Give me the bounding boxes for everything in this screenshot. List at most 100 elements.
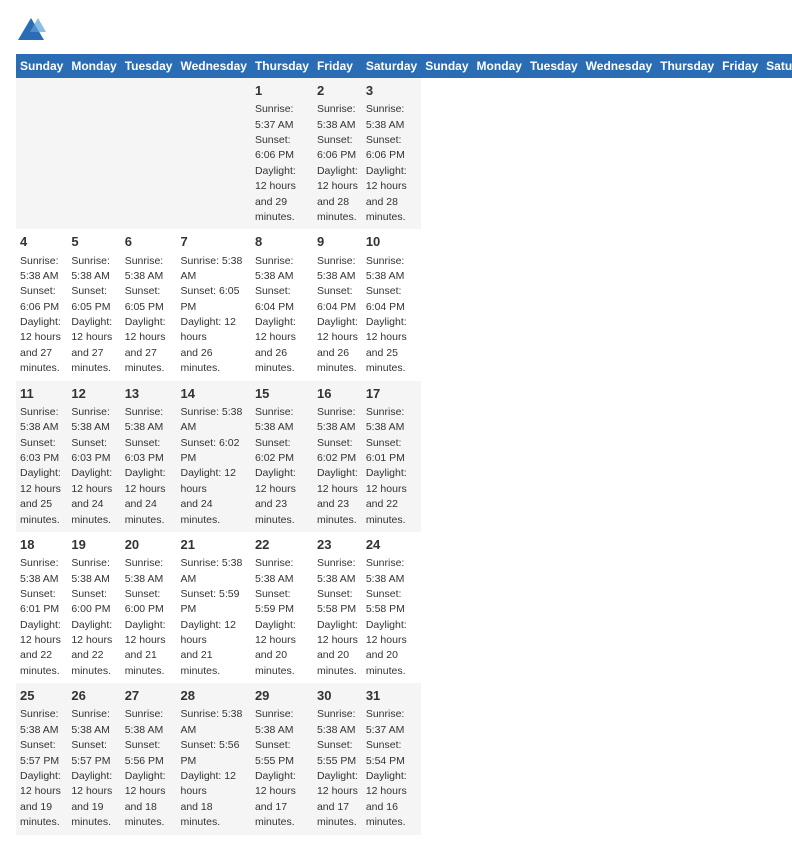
calendar-table: SundayMondayTuesdayWednesdayThursdayFrid… xyxy=(16,54,792,835)
calendar-cell: 28 Sunrise: 5:38 AM Sunset: 5:56 PM Dayli… xyxy=(176,683,250,834)
calendar-cell xyxy=(16,78,67,229)
calendar-cell xyxy=(121,78,177,229)
day-number: 1 xyxy=(255,82,309,100)
day-info: Sunrise: 5:38 AM Sunset: 5:59 PM Dayligh… xyxy=(180,557,242,677)
day-number: 13 xyxy=(125,385,173,403)
day-number: 30 xyxy=(317,687,358,705)
calendar-cell: 13 Sunrise: 5:38 AM Sunset: 6:03 PM Dayli… xyxy=(121,381,177,532)
day-info: Sunrise: 5:38 AM Sunset: 5:56 PM Dayligh… xyxy=(125,708,166,828)
day-info: Sunrise: 5:38 AM Sunset: 5:59 PM Dayligh… xyxy=(255,557,296,677)
day-number: 28 xyxy=(180,687,246,705)
calendar-cell: 1 Sunrise: 5:37 AM Sunset: 6:06 PM Daylig… xyxy=(251,78,313,229)
calendar-cell: 15 Sunrise: 5:38 AM Sunset: 6:02 PM Dayli… xyxy=(251,381,313,532)
calendar-cell: 23 Sunrise: 5:38 AM Sunset: 5:58 PM Dayli… xyxy=(313,532,362,683)
header-monday: Monday xyxy=(67,54,120,78)
logo xyxy=(16,16,50,46)
calendar-cell: 19 Sunrise: 5:38 AM Sunset: 6:00 PM Dayli… xyxy=(67,532,120,683)
header-saturday: Saturday xyxy=(362,54,421,78)
calendar-cell: 24 Sunrise: 5:38 AM Sunset: 5:58 PM Dayli… xyxy=(362,532,421,683)
day-number: 4 xyxy=(20,233,63,251)
day-info: Sunrise: 5:38 AM Sunset: 6:05 PM Dayligh… xyxy=(180,255,242,375)
calendar-cell: 6Sunrise: 5:38 AM Sunset: 6:05 PM Daylig… xyxy=(121,229,177,380)
day-number: 10 xyxy=(366,233,417,251)
logo-icon xyxy=(16,16,46,46)
day-number: 19 xyxy=(71,536,116,554)
day-number: 25 xyxy=(20,687,63,705)
day-number: 21 xyxy=(180,536,246,554)
week-row-4: 18 Sunrise: 5:38 AM Sunset: 6:01 PM Dayli… xyxy=(16,532,792,683)
header-friday: Friday xyxy=(313,54,362,78)
calendar-cell: 12 Sunrise: 5:38 AM Sunset: 6:03 PM Dayli… xyxy=(67,381,120,532)
header-sunday: Sunday xyxy=(16,54,67,78)
day-number: 12 xyxy=(71,385,116,403)
calendar-cell: 20 Sunrise: 5:38 AM Sunset: 6:00 PM Dayli… xyxy=(121,532,177,683)
day-info: Sunrise: 5:38 AM Sunset: 6:00 PM Dayligh… xyxy=(71,557,112,677)
day-number: 20 xyxy=(125,536,173,554)
week-row-3: 11 Sunrise: 5:38 AM Sunset: 6:03 PM Dayli… xyxy=(16,381,792,532)
calendar-cell: 5 Sunrise: 5:38 AM Sunset: 6:05 PM Daylig… xyxy=(67,229,120,380)
day-number: 18 xyxy=(20,536,63,554)
day-number: 15 xyxy=(255,385,309,403)
week-row-5: 25 Sunrise: 5:38 AM Sunset: 5:57 PM Dayli… xyxy=(16,683,792,834)
weekday-header-wednesday: Wednesday xyxy=(582,54,656,78)
day-info: Sunrise: 5:37 AM Sunset: 6:06 PM Dayligh… xyxy=(255,103,296,223)
day-info: Sunrise: 5:38 AM Sunset: 6:03 PM Dayligh… xyxy=(125,406,166,526)
day-info: Sunrise: 5:38 AM Sunset: 5:57 PM Dayligh… xyxy=(71,708,112,828)
calendar-cell: 26 Sunrise: 5:38 AM Sunset: 5:57 PM Dayli… xyxy=(67,683,120,834)
day-info: Sunrise: 5:38 AM Sunset: 6:03 PM Dayligh… xyxy=(20,406,61,526)
day-info: Sunrise: 5:38 AM Sunset: 6:03 PM Dayligh… xyxy=(71,406,112,526)
day-number: 31 xyxy=(366,687,417,705)
day-info: Sunrise: 5:38 AM Sunset: 5:56 PM Dayligh… xyxy=(180,708,242,828)
weekday-header-thursday: Thursday xyxy=(656,54,718,78)
calendar-cell xyxy=(176,78,250,229)
weekday-header-monday: Monday xyxy=(473,54,526,78)
calendar-cell: 31 Sunrise: 5:37 AM Sunset: 5:54 PM Dayli… xyxy=(362,683,421,834)
day-number: 26 xyxy=(71,687,116,705)
weekday-header-tuesday: Tuesday xyxy=(526,54,582,78)
day-info: Sunrise: 5:38 AM Sunset: 6:06 PM Dayligh… xyxy=(366,103,407,223)
day-info: Sunrise: 5:38 AM Sunset: 6:04 PM Dayligh… xyxy=(255,255,296,375)
header-wednesday: Wednesday xyxy=(176,54,250,78)
calendar-cell: 18 Sunrise: 5:38 AM Sunset: 6:01 PM Dayli… xyxy=(16,532,67,683)
day-info: Sunrise: 5:38 AM Sunset: 6:01 PM Dayligh… xyxy=(20,557,61,677)
day-number: 3 xyxy=(366,82,417,100)
week-row-1: 1 Sunrise: 5:37 AM Sunset: 6:06 PM Daylig… xyxy=(16,78,792,229)
day-info: Sunrise: 5:38 AM Sunset: 6:02 PM Dayligh… xyxy=(317,406,358,526)
calendar-cell: 17 Sunrise: 5:38 AM Sunset: 6:01 PM Dayli… xyxy=(362,381,421,532)
calendar-cell: 30Sunrise: 5:38 AM Sunset: 5:55 PM Dayli… xyxy=(313,683,362,834)
day-number: 5 xyxy=(71,233,116,251)
calendar-cell xyxy=(67,78,120,229)
day-info: Sunrise: 5:38 AM Sunset: 6:04 PM Dayligh… xyxy=(317,255,358,375)
calendar-cell: 4 Sunrise: 5:38 AM Sunset: 6:06 PM Daylig… xyxy=(16,229,67,380)
day-number: 23 xyxy=(317,536,358,554)
day-number: 8 xyxy=(255,233,309,251)
day-info: Sunrise: 5:37 AM Sunset: 5:54 PM Dayligh… xyxy=(366,708,407,828)
day-info: Sunrise: 5:38 AM Sunset: 6:01 PM Dayligh… xyxy=(366,406,407,526)
weekday-header-friday: Friday xyxy=(718,54,762,78)
day-number: 22 xyxy=(255,536,309,554)
day-info: Sunrise: 5:38 AM Sunset: 6:02 PM Dayligh… xyxy=(255,406,296,526)
calendar-cell: 14Sunrise: 5:38 AM Sunset: 6:02 PM Dayli… xyxy=(176,381,250,532)
week-row-2: 4 Sunrise: 5:38 AM Sunset: 6:06 PM Daylig… xyxy=(16,229,792,380)
day-info: Sunrise: 5:38 AM Sunset: 5:58 PM Dayligh… xyxy=(366,557,407,677)
calendar-cell: 10 Sunrise: 5:38 AM Sunset: 6:04 PM Dayli… xyxy=(362,229,421,380)
day-info: Sunrise: 5:38 AM Sunset: 5:58 PM Dayligh… xyxy=(317,557,358,677)
day-number: 17 xyxy=(366,385,417,403)
day-info: Sunrise: 5:38 AM Sunset: 6:00 PM Dayligh… xyxy=(125,557,166,677)
day-info: Sunrise: 5:38 AM Sunset: 6:04 PM Dayligh… xyxy=(366,255,407,375)
calendar-cell: 29Sunrise: 5:38 AM Sunset: 5:55 PM Dayli… xyxy=(251,683,313,834)
day-info: Sunrise: 5:38 AM Sunset: 6:06 PM Dayligh… xyxy=(20,255,61,375)
calendar-cell: 8 Sunrise: 5:38 AM Sunset: 6:04 PM Daylig… xyxy=(251,229,313,380)
calendar-cell: 27 Sunrise: 5:38 AM Sunset: 5:56 PM Dayli… xyxy=(121,683,177,834)
calendar-cell: 9 Sunrise: 5:38 AM Sunset: 6:04 PM Daylig… xyxy=(313,229,362,380)
day-number: 24 xyxy=(366,536,417,554)
day-number: 16 xyxy=(317,385,358,403)
page-header xyxy=(16,16,776,46)
day-number: 11 xyxy=(20,385,63,403)
day-number: 9 xyxy=(317,233,358,251)
calendar-header-row: SundayMondayTuesdayWednesdayThursdayFrid… xyxy=(16,54,792,78)
header-thursday: Thursday xyxy=(251,54,313,78)
day-info: Sunrise: 5:38 AM Sunset: 6:05 PM Dayligh… xyxy=(71,255,112,375)
day-number: 27 xyxy=(125,687,173,705)
day-number: 29 xyxy=(255,687,309,705)
